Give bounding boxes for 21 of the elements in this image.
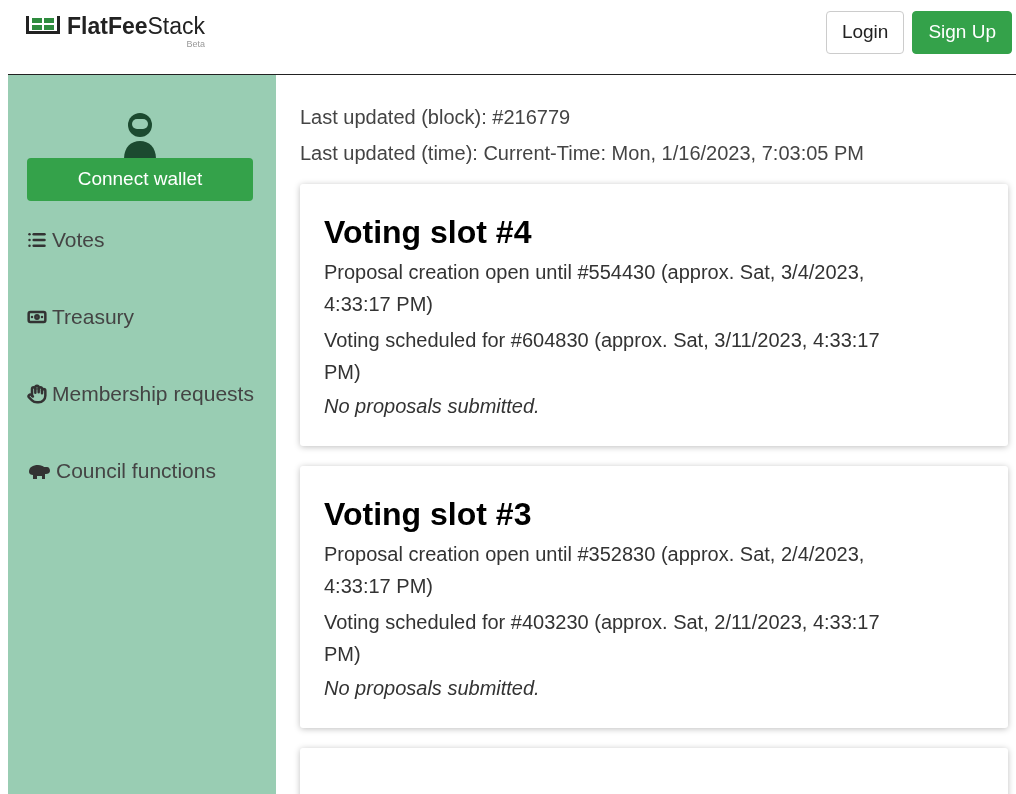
logo-icon: [25, 15, 61, 35]
slot-detail-text: Voting scheduled for #604830 (approx. Sat, 3/11/2023, 4:33:17 PM): [324, 328, 881, 385]
hand-icon: [27, 383, 47, 404]
sidebar-item[interactable]: Treasury: [27, 304, 254, 329]
last-updated-text: Last updated (time): Current-Time: Mon, 1/16/2023, 7:03:05 PM: [300, 141, 865, 166]
slot-title: Voting slot #4: [324, 213, 533, 252]
connect-wallet-button[interactable]: Connect wallet: [27, 158, 253, 201]
slot-detail-text: Proposal creation open until #554430 (approx. Sat, 3/4/2023, 4:33:17 PM): [324, 260, 866, 317]
slot-detail-text: Voting scheduled for #403230 (approx. Sat, 2/11/2023, 4:33:17 PM): [324, 610, 881, 667]
last-updated-text: Last updated (block): #216779: [300, 105, 572, 130]
sign-up-button[interactable]: Sign Up: [912, 11, 1012, 54]
sidebar-item[interactable]: Council functions: [27, 458, 254, 483]
no-proposals-text: No proposals submitted.: [324, 394, 541, 419]
sidebar-item[interactable]: Membership requests: [27, 381, 254, 406]
no-proposals-text: No proposals submitted.: [324, 676, 541, 701]
logo-text: FlatFeeStack: [67, 13, 206, 39]
sidebar-item[interactable]: Votes: [27, 227, 254, 252]
slot-detail-text: Proposal creation open until #352830 (approx. Sat, 2/4/2023, 4:33:17 PM): [324, 542, 866, 599]
slot-title: Voting slot #3: [324, 495, 533, 534]
login-button[interactable]: Login: [825, 11, 905, 54]
beta-label: Beta: [186, 39, 206, 49]
